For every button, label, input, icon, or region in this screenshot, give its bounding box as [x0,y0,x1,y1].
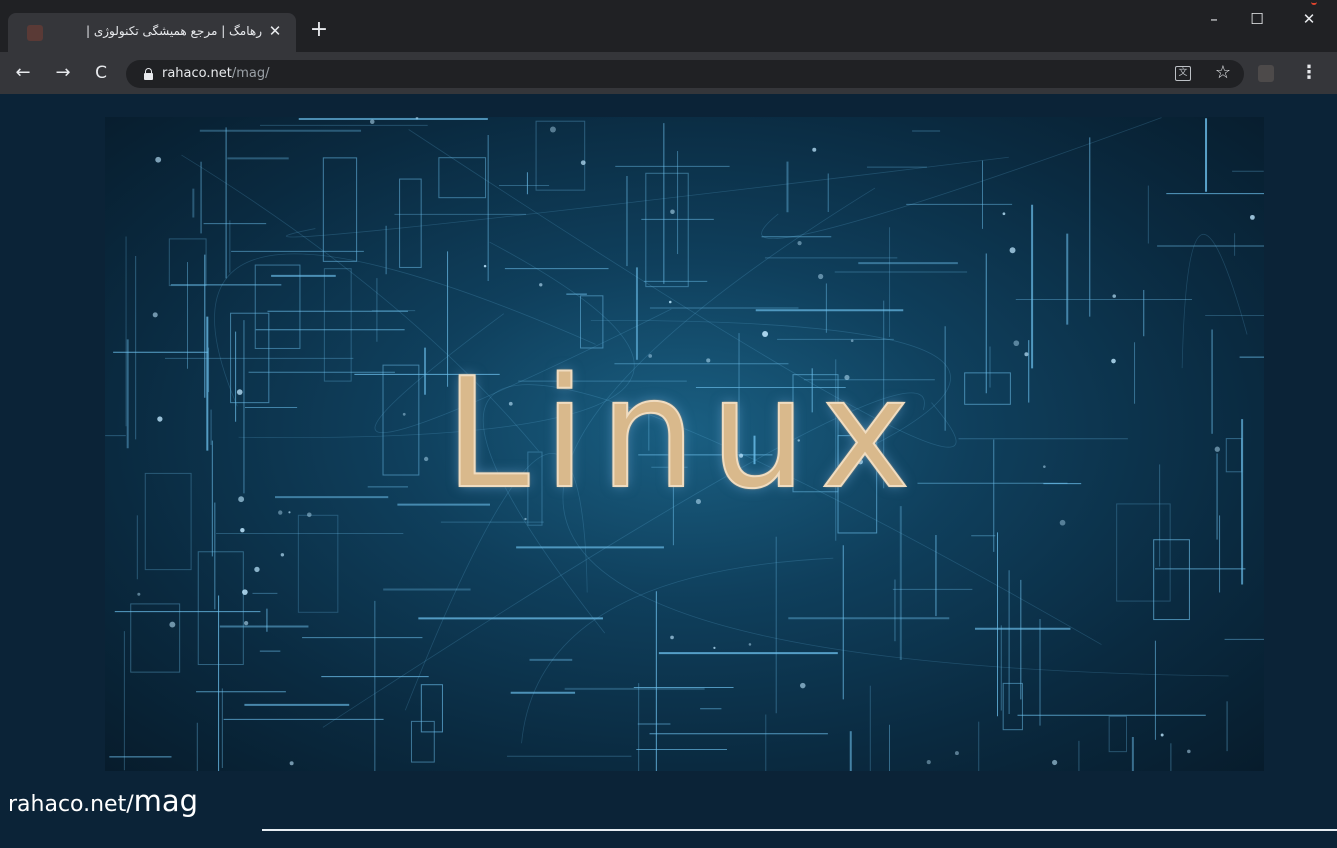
tab-close-icon[interactable]: ✕ [266,22,284,40]
reload-button[interactable]: C [88,60,114,86]
menu-icon[interactable]: ⋮ [1300,61,1318,85]
footer-divider [262,829,1337,831]
address-bar[interactable]: rahaco.net/mag/ [126,60,1244,88]
bookmark-star-icon[interactable]: ☆ [1212,61,1234,85]
footer-site-link[interactable]: rahaco.net/mag [8,784,198,818]
tab-title: رهامگ | مرجع همیشگی تکنولوژی | [85,24,262,38]
lock-icon[interactable] [144,68,153,80]
maximize-button[interactable]: ☐ [1237,6,1277,34]
tab-strip: رهامگ | مرجع همیشگی تکنولوژی | ✕ + – ☐ ✕ [0,0,1337,52]
hero-image: Linux [105,117,1264,771]
footer-path: mag [133,784,199,818]
translate-icon[interactable]: 文 [1175,66,1191,81]
browser-window: رهامگ | مرجع همیشگی تکنولوژی | ✕ + – ☐ ✕… [0,0,1337,848]
page-content: Linux rahaco.net/mag [0,94,1337,848]
tab-rahamag[interactable]: رهامگ | مرجع همیشگی تکنولوژی | ✕ [8,13,296,52]
extension-icon[interactable] [1258,65,1274,82]
hero-title: Linux [444,344,925,523]
footer-host: rahaco.net/ [8,792,134,817]
url-text[interactable]: rahaco.net/mag/ [162,66,270,81]
url-path: /mag/ [231,66,270,81]
back-button[interactable]: ← [10,60,36,86]
url-host: rahaco.net [162,66,232,81]
recording-indicator-icon [1311,0,1317,5]
new-tab-button[interactable]: + [306,18,332,44]
forward-button[interactable]: → [50,60,76,86]
favicon-icon [27,25,43,41]
minimize-button[interactable]: – [1194,6,1234,34]
close-window-button[interactable]: ✕ [1289,6,1329,34]
toolbar: ← → C rahaco.net/mag/ 文 ☆ ⋮ [0,52,1337,94]
